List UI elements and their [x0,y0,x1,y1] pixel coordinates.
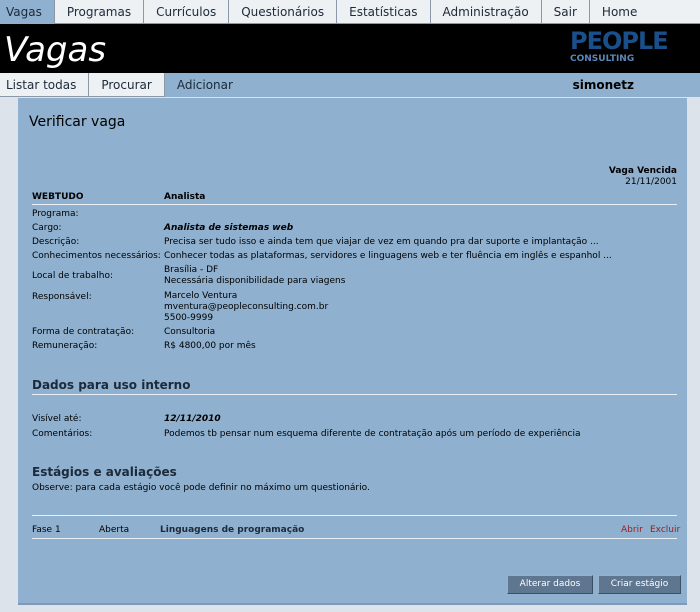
responsavel-label: Responsável: [32,292,92,302]
create-stage-button[interactable]: Criar estágio [598,575,681,594]
stage-status: Aberta [99,525,130,535]
company-name: WEBTUDO [32,192,84,202]
internal-data-heading: Dados para uso interno [32,378,191,392]
nav-home[interactable]: Home [590,0,649,24]
comentarios-label: Comentários: [32,429,93,439]
responsavel-phone: 5500-9999 [164,313,214,323]
programa-label: Programa: [32,209,79,219]
nav-questionarios[interactable]: Questionários [229,0,338,24]
nav-estatisticas[interactable]: Estatísticas [337,0,431,24]
page-title: Verificar vaga [29,114,126,130]
local-label: Local de trabalho: [32,271,114,281]
responsavel-email: mventura@peopleconsulting.com.br [164,302,329,312]
comentarios-value: Podemos tb pensar num esquema diferente … [164,429,581,439]
sub-nav: Listar todas Procurar Adicionar simonetz [0,73,700,97]
stages-heading: Estágios e avaliações [32,465,177,479]
edit-data-button[interactable]: Alterar dados [507,575,593,594]
field-responsavel: Responsável: Marcelo Ventura mventura@pe… [32,291,677,324]
field-local: Local de trabalho: Brasília - DF Necessá… [32,265,677,287]
local-value-2: Necessária disponibilidade para viagens [164,276,346,286]
logo-text-consulting: CONSULTING [570,54,635,64]
subnav-procurar[interactable]: Procurar [89,73,165,97]
company-logo: PEOPLE CONSULTING [570,27,669,64]
subnav-adicionar[interactable]: Adicionar [164,73,245,97]
conhecimentos-value: Conhecer todas as plataformas, servidore… [164,251,612,261]
remuneracao-value: R$ 4800,00 por mês [164,341,256,351]
nav-curriculos[interactable]: Currículos [144,0,230,24]
section-title: Vagas [4,30,107,70]
username: simonetz [572,78,634,92]
descricao-value: Precisa ser tudo isso e ainda tem que vi… [164,237,599,247]
status-label: Vaga Vencida [608,166,677,176]
conhecimentos-label: Conhecimentos necessários: [32,251,161,261]
header-banner: Vagas PEOPLE CONSULTING [0,24,700,73]
stages-note: Observe: para cada estágio você pode def… [32,483,370,493]
table-row: Fase 1 Aberta Linguagens de programação … [32,522,680,538]
stage-name: Linguagens de programação [160,525,305,535]
logo-text-people: PEOPLE [570,27,669,55]
stage-phase: Fase 1 [32,525,61,535]
descricao-label: Descrição: [32,237,80,247]
visivel-value: 12/11/2010 [164,414,221,424]
main-panel: Verificar vaga Vaga Vencida 21/11/2001 W… [18,98,687,605]
cargo-label: Cargo: [32,223,62,233]
forma-label: Forma de contratação: [32,327,135,337]
forma-value: Consultoria [164,327,216,337]
stage-open-link[interactable]: Abrir [621,522,643,538]
local-value-1: Brasília - DF [164,265,219,275]
visivel-label: Visível até: [32,414,82,424]
stage-delete-link[interactable]: Excluir [650,522,680,538]
nav-administracao[interactable]: Administração [431,0,542,24]
divider [32,538,677,539]
divider [32,204,677,205]
cargo-value: Analista de sistemas web [164,223,294,233]
responsavel-name: Marcelo Ventura [164,291,238,301]
top-nav: Vagas Programas Currículos Questionários… [0,0,700,24]
job-title-header: Analista [164,192,206,202]
status-date: 21/11/2001 [625,177,677,187]
divider [32,515,677,516]
nav-sair[interactable]: Sair [542,0,590,24]
nav-vagas[interactable]: Vagas [0,0,55,24]
divider [32,394,677,395]
job-status: Vaga Vencida 21/11/2001 [609,166,677,188]
subnav-listar-todas[interactable]: Listar todas [0,73,90,97]
remuneracao-label: Remuneração: [32,341,98,351]
nav-programas[interactable]: Programas [55,0,145,24]
